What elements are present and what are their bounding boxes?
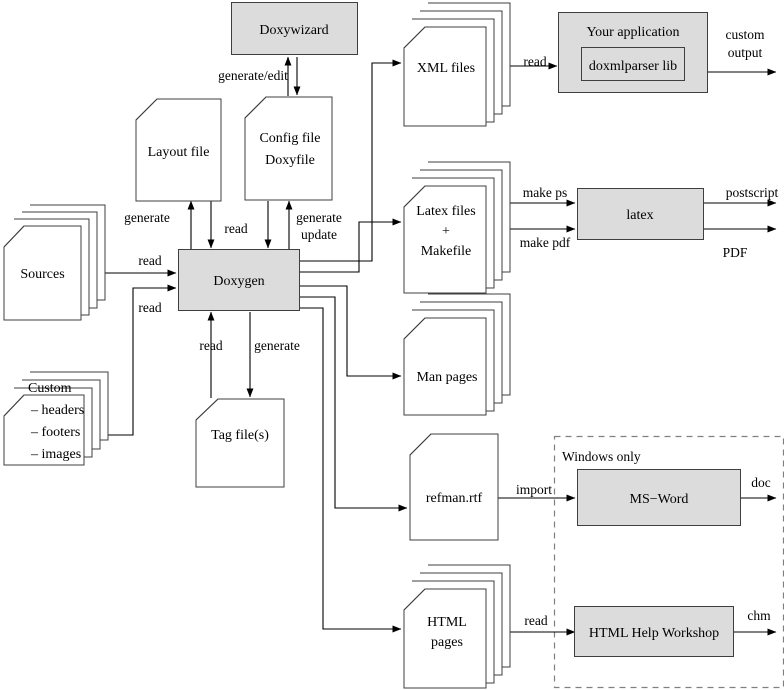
xml-files-label: XML files [417, 61, 475, 76]
html-help-workshop-label: HTML Help Workshop [589, 626, 719, 641]
edge-label-make-pdf: make pdf [520, 235, 571, 250]
document-man-pages: Man pages [403, 293, 511, 416]
process-doxywizard[interactable]: Doxywizard [231, 2, 358, 55]
edge-label-postscript: postscript [726, 185, 779, 200]
windows-only-label: Windows only [562, 449, 641, 464]
config-file-label-line-1: Doxyfile [265, 153, 315, 168]
custom-label-line-0: Custom [28, 381, 72, 396]
process-ms-word[interactable]: MS−Word [577, 469, 741, 526]
refman-sheet [409, 433, 499, 541]
document-sources: Sources [3, 204, 106, 321]
sources-label: Sources [20, 267, 64, 282]
edge-label-read-sources: read [138, 253, 161, 268]
man-pages-label: Man pages [416, 370, 477, 385]
edge-label-read-tagfiles: read [199, 338, 222, 353]
process-your-application[interactable]: Your application doxmlparser lib [558, 12, 708, 93]
refman-rtf-label: refman.rtf [426, 491, 483, 506]
process-doxygen[interactable]: Doxygen [178, 249, 300, 311]
ms-word-label: MS−Word [630, 492, 689, 507]
edge-label-custom-output-2: output [728, 45, 763, 60]
edge-label-read-html: read [524, 613, 547, 628]
edge-label-read-xml: read [523, 54, 546, 69]
edge-label-custom-output-1: custom [726, 27, 765, 42]
edge-label-generate-layout: generate [124, 210, 170, 225]
doxywizard-label: Doxywizard [259, 23, 328, 38]
custom-label-line-3: – images [30, 447, 81, 462]
document-xml-files: XML files [403, 2, 511, 127]
latex-front-sheet [403, 185, 487, 294]
config-file-sheet [244, 96, 333, 201]
edge-label-doc-output: doc [751, 475, 771, 490]
doxygen-flow-diagram: Windows only Sources Custom – headers – … [0, 0, 784, 690]
doxygen-label: Doxygen [213, 274, 264, 289]
custom-label-line-2: – footers [30, 425, 80, 440]
man-front-sheet [403, 317, 487, 416]
latex-files-label-line-0: Latex files [416, 204, 475, 219]
doxmlparser-lib-label: doxmlparser lib [589, 59, 677, 74]
xml-front-sheet [403, 26, 487, 127]
edge-label-generate-tagfiles: generate [254, 338, 300, 353]
latex-label: latex [626, 208, 653, 223]
tag-files-label: Tag file(s) [211, 428, 269, 443]
document-config-file: Config file Doxyfile [244, 96, 333, 201]
html-pages-label-line-1: pages [431, 635, 463, 650]
config-file-label-line-0: Config file [259, 131, 320, 146]
tag-files-sheet [195, 398, 285, 488]
your-application-label: Your application [586, 25, 679, 40]
edge-label-read-config: read [224, 221, 247, 236]
document-refman-rtf: refman.rtf [409, 433, 499, 541]
process-html-help-workshop[interactable]: HTML Help Workshop [574, 606, 734, 657]
edge-label-generate-edit: generate/edit [218, 68, 288, 83]
diagram-canvas: Windows only Sources Custom – headers – … [0, 0, 784, 690]
edge-label-pdf: PDF [723, 245, 748, 260]
edge-label-read-custom: read [138, 300, 161, 315]
document-latex-files: Latex files + Makefile [403, 161, 511, 294]
layout-file-label: Layout file [148, 145, 210, 160]
edge-label-update-config: update [301, 227, 337, 242]
latex-files-label-line-1: + [442, 224, 450, 239]
process-latex[interactable]: latex [577, 188, 704, 240]
edge-label-generate-config: generate [296, 210, 342, 225]
edge-label-import-rtf: import [516, 482, 552, 497]
edge-label-make-ps: make ps [523, 185, 568, 200]
document-tag-files: Tag file(s) [195, 398, 285, 488]
background [0, 0, 784, 690]
document-html-pages: HTML pages [403, 564, 511, 689]
html-pages-label-line-0: HTML [427, 615, 467, 630]
edge-label-chm-output: chm [747, 608, 771, 623]
document-layout-file: Layout file [135, 98, 222, 202]
latex-files-label-line-2: Makefile [421, 244, 472, 259]
custom-label-line-1: – headers [30, 403, 84, 418]
